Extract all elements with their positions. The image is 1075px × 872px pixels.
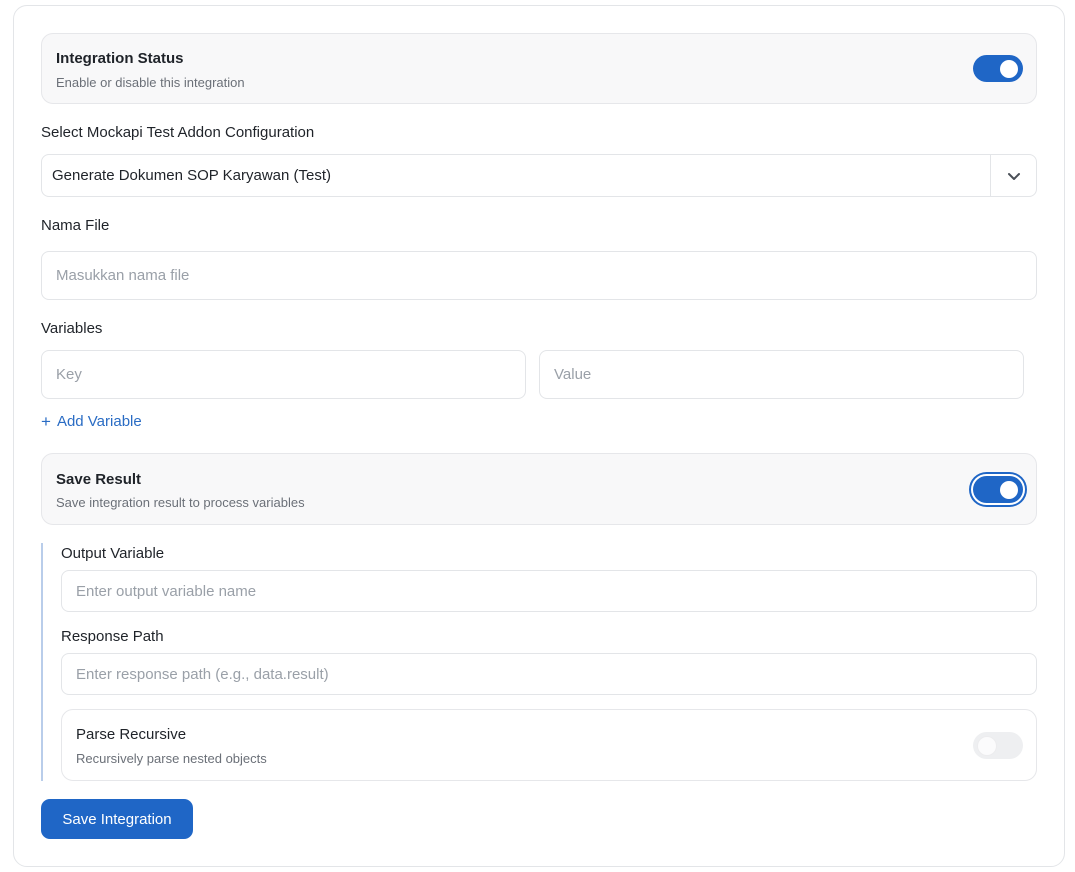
addon-config-select[interactable]: Generate Dokumen SOP Karyawan (Test) [41,154,1037,197]
addon-config-label: Select Mockapi Test Addon Configuration [41,124,315,141]
save-result-panel: Save Result Save integration result to p… [41,453,1037,525]
file-name-label: Nama File [41,217,110,234]
chevron-down-icon[interactable] [1005,167,1023,185]
parse-recursive-description: Recursively parse nested objects [76,751,267,766]
save-result-description: Save integration result to process varia… [56,495,305,510]
variable-value-input[interactable] [539,350,1024,399]
add-variable-label: Add Variable [56,413,142,430]
save-result-toggle[interactable] [973,476,1023,503]
add-variable-button[interactable]: + Add Variable [41,413,142,430]
plus-icon: + [41,412,51,431]
toggle-knob [1000,59,1018,78]
save-result-title: Save Result [56,471,142,488]
variables-label: Variables [41,320,103,337]
file-name-input[interactable] [41,251,1037,300]
parse-recursive-toggle[interactable] [973,732,1023,759]
save-integration-button[interactable]: Save Integration [41,799,193,839]
toggle-knob [1000,480,1018,499]
output-variable-label: Output Variable [61,545,165,562]
response-path-input[interactable] [61,653,1037,695]
output-variable-input[interactable] [61,570,1037,612]
parse-recursive-title: Parse Recursive [76,726,187,743]
integration-status-panel: Integration Status Enable or disable thi… [41,33,1037,104]
toggle-knob [978,736,996,755]
select-divider [990,155,991,196]
integration-status-description: Enable or disable this integration [56,75,245,90]
integration-status-toggle[interactable] [973,55,1023,82]
integration-status-title: Integration Status [56,50,184,67]
parse-recursive-panel: Parse Recursive Recursively parse nested… [61,709,1037,781]
response-path-label: Response Path [61,628,164,645]
nested-options-indicator [41,543,43,781]
variable-key-input[interactable] [41,350,526,399]
addon-config-selected-value: Generate Dokumen SOP Karyawan (Test) [52,167,332,184]
